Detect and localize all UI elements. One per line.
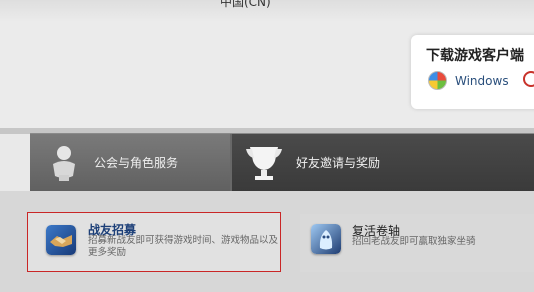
character-icon <box>53 146 75 181</box>
ghost-mount-icon <box>311 224 341 254</box>
tab-guild-label: 公会与角色服务 <box>94 156 179 170</box>
rewards-panel: 战友招募 招募新战友即可获得游戏时间、游戏物品以及更多奖励 复活卷轴 招回老战友… <box>0 191 534 292</box>
recruit-a-friend-card[interactable]: 战友招募 招募新战友即可获得游戏时间、游戏物品以及更多奖励 <box>27 212 281 272</box>
tab-bar: 公会与角色服务 好友邀请与奖励 <box>30 133 534 192</box>
recruit-card-description: 招募新战友即可获得游戏时间、游戏物品以及更多奖励 <box>88 235 279 258</box>
tab-invite-label: 好友邀请与奖励 <box>296 156 381 170</box>
page: 中国(CN) 下载游戏客户端 Windows 公会与角色服务 好友邀请与奖励 战… <box>0 0 534 292</box>
handshake-icon <box>46 225 76 255</box>
tab-guild-character-services[interactable]: 公会与角色服务 <box>30 134 230 192</box>
mac-download-icon[interactable] <box>523 71 534 87</box>
client-download-title: 下载游戏客户端 <box>426 48 524 64</box>
trophy-icon <box>246 147 282 180</box>
windows-label: Windows <box>455 73 509 88</box>
client-download-box: 下载游戏客户端 Windows <box>411 35 534 109</box>
scroll-of-resurrection-card[interactable]: 复活卷轴 招回老战友即可赢取独家坐骑 <box>300 214 534 272</box>
tab-friend-invite-rewards[interactable]: 好友邀请与奖励 <box>232 134 534 192</box>
windows-logo-icon <box>428 71 447 90</box>
scroll-card-description: 招回老战友即可赢取独家坐骑 <box>352 236 476 247</box>
language-selector[interactable]: 中国(CN) <box>220 0 271 9</box>
windows-download-link[interactable]: Windows <box>428 71 509 90</box>
top-area: 中国(CN) 下载游戏客户端 Windows <box>0 0 534 128</box>
